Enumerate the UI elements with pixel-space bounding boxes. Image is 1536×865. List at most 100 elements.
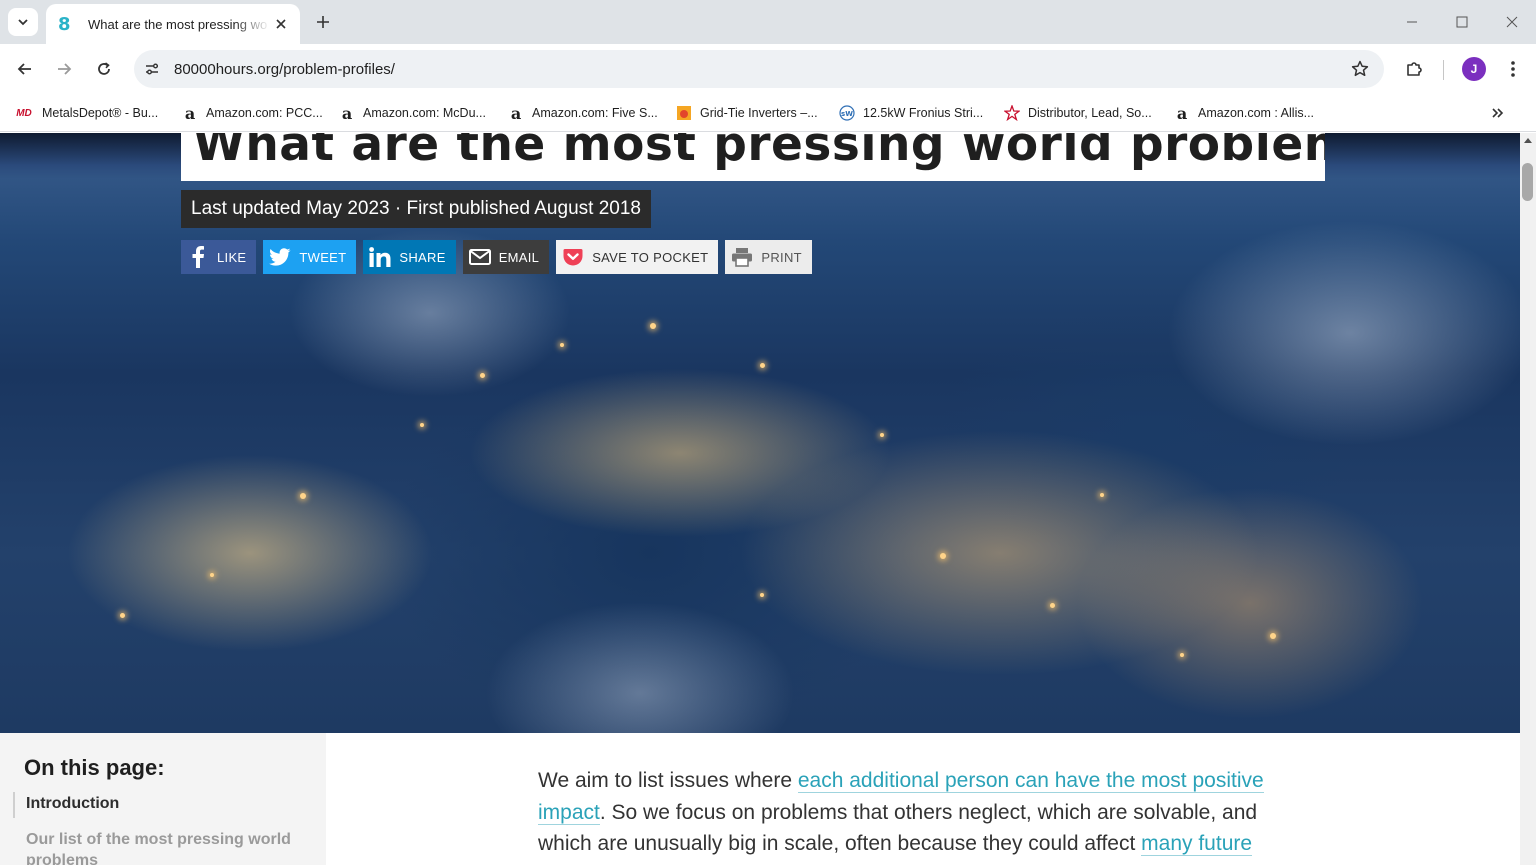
share-buttons: LIKE TWEET SHARE EMAIL SAVE TO POCKET PR… bbox=[181, 240, 812, 274]
bookmark-item[interactable]: Distributor, Lead, So... bbox=[1004, 102, 1152, 124]
bookmark-item[interactable]: a Amazon.com: PCC... bbox=[182, 102, 323, 124]
url-text[interactable]: 80000hours.org/problem-profiles/ bbox=[174, 61, 395, 78]
city-light bbox=[210, 573, 214, 577]
linkedin-share-button[interactable]: SHARE bbox=[363, 240, 456, 274]
arrow-left-icon bbox=[17, 63, 31, 75]
scroll-up-arrow-icon[interactable] bbox=[1524, 138, 1532, 143]
page-scrollbar[interactable] bbox=[1520, 133, 1536, 865]
bookmark-item[interactable]: sW 12.5kW Fronius Stri... bbox=[839, 102, 983, 124]
pocket-icon bbox=[562, 246, 584, 268]
tweet-label: TWEET bbox=[299, 249, 347, 265]
city-light bbox=[1180, 653, 1184, 657]
publish-date-banner: Last updated May 2023 · First published … bbox=[181, 190, 651, 228]
extensions-button[interactable] bbox=[1402, 57, 1426, 81]
profile-avatar[interactable]: J bbox=[1462, 57, 1486, 81]
city-light bbox=[760, 593, 764, 597]
tab-search-button[interactable] bbox=[8, 8, 38, 36]
chevron-down-icon bbox=[18, 19, 28, 26]
solar-website-icon: sW bbox=[839, 105, 855, 121]
toc-item-introduction[interactable]: Introduction bbox=[26, 795, 119, 813]
toolbar-separator bbox=[1443, 60, 1444, 80]
tune-icon bbox=[146, 63, 158, 75]
back-button[interactable] bbox=[12, 56, 38, 82]
kebab-menu-icon bbox=[1511, 61, 1515, 77]
facebook-like-label: LIKE bbox=[217, 249, 247, 265]
tweet-button[interactable]: TWEET bbox=[263, 240, 357, 274]
article-intro: We aim to list issues where each additio… bbox=[538, 765, 1298, 860]
city-light bbox=[1270, 633, 1276, 639]
address-bar[interactable]: 80000hours.org/problem-profiles/ bbox=[134, 50, 1384, 88]
browser-menu-button[interactable] bbox=[1501, 57, 1525, 81]
city-light bbox=[480, 373, 485, 378]
city-light bbox=[1100, 493, 1104, 497]
save-to-pocket-label: SAVE TO POCKET bbox=[592, 249, 709, 265]
reload-icon bbox=[98, 62, 110, 75]
minimize-button[interactable] bbox=[1400, 10, 1424, 34]
print-label: PRINT bbox=[761, 249, 802, 265]
many-future-link[interactable]: many future bbox=[1141, 832, 1253, 856]
bookmark-label: Amazon.com: McDu... bbox=[363, 106, 486, 120]
envelope-icon bbox=[468, 246, 491, 268]
email-share-button[interactable]: EMAIL bbox=[462, 240, 550, 274]
forward-button[interactable] bbox=[51, 56, 77, 82]
plus-icon bbox=[317, 16, 329, 28]
puzzle-icon bbox=[1407, 62, 1422, 76]
tab-close-button[interactable] bbox=[272, 15, 290, 33]
toc-item-pressing-problems[interactable]: Our list of the most pressing world prob… bbox=[26, 829, 306, 865]
site-info-button[interactable] bbox=[142, 59, 162, 79]
city-light bbox=[420, 423, 424, 427]
page-title-box: What are the most pressing world problem… bbox=[181, 133, 1325, 181]
bookmark-item[interactable]: Grid-Tie Inverters –... bbox=[676, 102, 818, 124]
sun-icon bbox=[676, 105, 692, 121]
twitter-bird-icon bbox=[269, 246, 291, 268]
bookmark-star-button[interactable] bbox=[1350, 59, 1370, 79]
bookmark-item[interactable]: a Amazon.com: McDu... bbox=[339, 102, 486, 124]
bookmark-label: Amazon.com: Five S... bbox=[532, 106, 658, 120]
intro-text: We aim to list issues where bbox=[538, 769, 798, 792]
amazon-icon: a bbox=[1176, 103, 1188, 123]
chevron-double-right-icon bbox=[1492, 108, 1504, 118]
browser-tab-active[interactable]: 8 What are the most pressing wo bbox=[46, 4, 300, 44]
print-button[interactable]: PRINT bbox=[725, 240, 812, 274]
star-logo-icon bbox=[1004, 105, 1020, 121]
hero-earth-image: What are the most pressing world problem… bbox=[0, 133, 1520, 733]
bookmark-item[interactable]: a Amazon.com : Allis... bbox=[1174, 102, 1314, 124]
bookmarks-bar: MD MetalsDepot® - Bu... a Amazon.com: PC… bbox=[0, 94, 1536, 132]
facebook-like-button[interactable]: LIKE bbox=[181, 240, 257, 274]
close-icon bbox=[276, 19, 286, 29]
page-title: What are the most pressing world problem… bbox=[193, 133, 1325, 172]
scrollbar-thumb[interactable] bbox=[1522, 163, 1533, 201]
table-of-contents: On this page: Introduction Our list of t… bbox=[0, 733, 326, 865]
bookmark-item[interactable]: a Amazon.com: Five S... bbox=[508, 102, 658, 124]
bookmark-item[interactable]: MD MetalsDepot® - Bu... bbox=[14, 102, 158, 124]
amazon-icon: a bbox=[510, 103, 522, 123]
city-light bbox=[940, 553, 946, 559]
linkedin-icon bbox=[369, 246, 391, 268]
bookmark-label: Grid-Tie Inverters –... bbox=[700, 106, 818, 120]
save-to-pocket-button[interactable]: SAVE TO POCKET bbox=[556, 240, 719, 274]
arrow-right-icon bbox=[58, 63, 72, 75]
maximize-button[interactable] bbox=[1450, 10, 1474, 34]
city-light bbox=[1050, 603, 1055, 608]
maximize-icon bbox=[1456, 16, 1468, 28]
bookmark-label: Distributor, Lead, So... bbox=[1028, 106, 1152, 120]
close-window-button[interactable] bbox=[1500, 10, 1524, 34]
city-light bbox=[650, 323, 656, 329]
amazon-icon: a bbox=[341, 103, 353, 123]
linkedin-share-label: SHARE bbox=[399, 249, 446, 265]
printer-icon bbox=[731, 246, 753, 268]
toc-title: On this page: bbox=[24, 755, 165, 780]
browser-tab-strip: 8 What are the most pressing wo bbox=[0, 0, 1536, 44]
close-icon bbox=[1506, 16, 1518, 28]
reload-button[interactable] bbox=[91, 56, 117, 82]
city-light bbox=[300, 493, 306, 499]
star-icon bbox=[1351, 60, 1369, 77]
minimize-icon bbox=[1407, 21, 1417, 23]
more-bookmarks-button[interactable] bbox=[1486, 102, 1508, 124]
bookmark-label: 12.5kW Fronius Stri... bbox=[863, 106, 984, 120]
facebook-icon bbox=[187, 246, 209, 268]
bookmark-label: Amazon.com: PCC... bbox=[206, 106, 323, 120]
email-share-label: EMAIL bbox=[498, 249, 540, 265]
new-tab-button[interactable] bbox=[312, 11, 334, 33]
browser-toolbar: 80000hours.org/problem-profiles/ J bbox=[0, 44, 1536, 94]
